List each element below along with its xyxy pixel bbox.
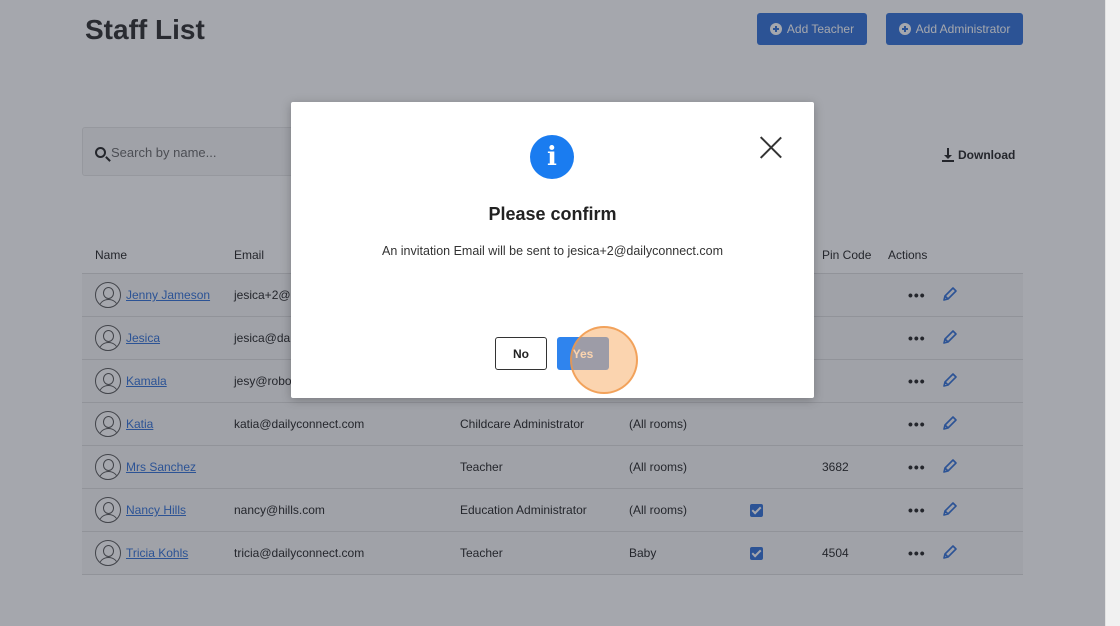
yes-button[interactable]: Yes [557,337,609,370]
confirm-dialog: i Please confirm An invitation Email wil… [291,102,814,398]
no-button[interactable]: No [495,337,547,370]
info-icon: i [530,135,574,179]
dialog-message: An invitation Email will be sent to jesi… [382,244,723,258]
dialog-title: Please confirm [488,204,617,224]
vertical-scrollbar[interactable] [1105,0,1120,626]
close-icon[interactable] [759,136,783,160]
